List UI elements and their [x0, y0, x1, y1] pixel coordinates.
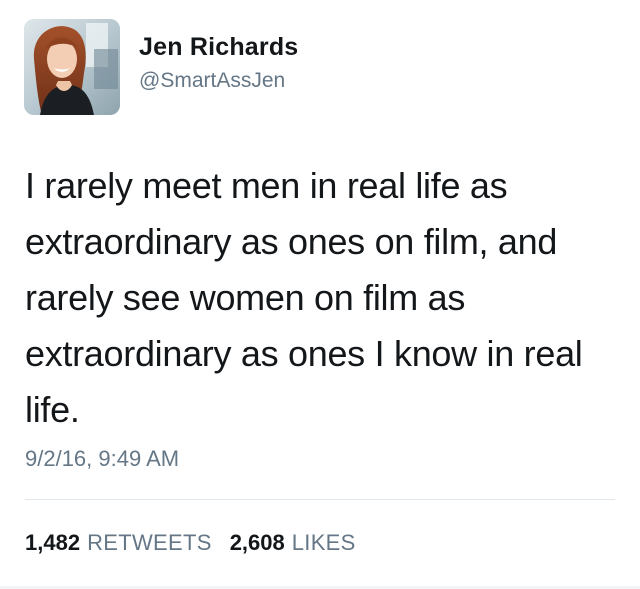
tweet-stats: 1,482 RETWEETS 2,608 LIKES — [25, 530, 374, 556]
divider — [25, 499, 615, 500]
avatar[interactable] — [24, 19, 120, 115]
retweets-stat[interactable]: 1,482 RETWEETS — [25, 530, 212, 556]
retweets-count: 1,482 — [25, 530, 81, 555]
retweets-label: RETWEETS — [87, 530, 212, 555]
likes-count: 2,608 — [229, 530, 285, 555]
display-name[interactable]: Jen Richards — [139, 33, 298, 62]
tweet-timestamp[interactable]: 9/2/16, 9:49 AM — [25, 446, 179, 472]
likes-stat[interactable]: 2,608 LIKES — [230, 530, 356, 556]
profile-photo — [24, 19, 120, 115]
likes-label: LIKES — [291, 530, 356, 555]
user-handle[interactable]: @SmartAssJen — [139, 69, 285, 93]
tweet-card: Jen Richards @SmartAssJen I rarely meet … — [0, 0, 640, 589]
tweet-text: I rarely meet men in real life as extrao… — [25, 165, 583, 430]
